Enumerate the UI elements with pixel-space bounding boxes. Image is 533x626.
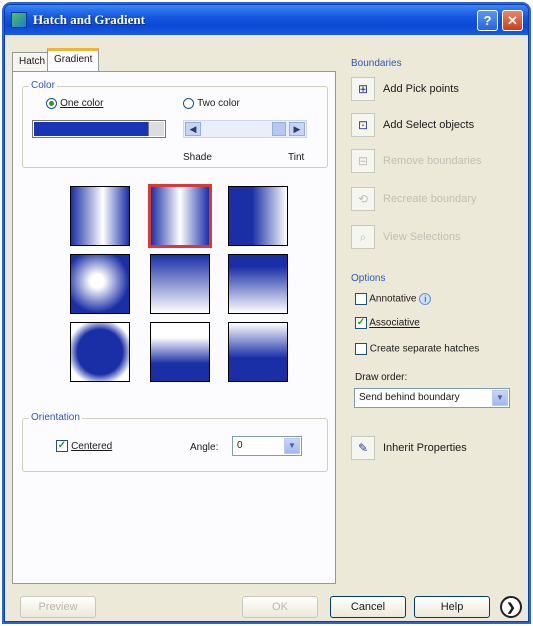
gradient-pattern-curved-v[interactable] <box>228 322 288 382</box>
gradient-pattern-half-v[interactable] <box>150 322 210 382</box>
cancel-button[interactable]: Cancel <box>330 596 406 618</box>
more-options-icon[interactable]: ❯ <box>500 596 522 618</box>
color-swatch[interactable] <box>32 120 166 138</box>
info-icon[interactable]: i <box>419 293 432 305</box>
boundaries-label: Boundaries <box>351 58 402 69</box>
color-picker-button[interactable] <box>148 122 164 136</box>
shade-label: Shade <box>183 152 212 163</box>
remove-boundaries-label: Remove boundaries <box>383 155 482 167</box>
slider-thumb[interactable] <box>272 122 286 136</box>
gradient-pattern-linear-h[interactable] <box>228 186 288 246</box>
draw-order-dropdown-icon[interactable]: ▼ <box>492 390 508 406</box>
one-color-radio[interactable] <box>46 97 57 109</box>
recreate-boundary-label: Recreate boundary <box>383 193 477 205</box>
gradient-pattern-spherical[interactable] <box>70 254 130 314</box>
remove-boundaries-button[interactable]: ⊟ Remove boundaries <box>351 147 481 175</box>
gradient-pattern-linear-v-mirror[interactable] <box>150 254 210 314</box>
draw-order-select[interactable]: Send behind boundary ▼ <box>354 388 510 408</box>
help-icon[interactable]: ? <box>477 10 498 31</box>
angle-label: Angle: <box>190 442 219 453</box>
associative-option[interactable]: ✓ Associative <box>355 317 420 329</box>
tint-label: Tint <box>288 152 305 163</box>
one-color-option[interactable]: One color <box>46 97 103 109</box>
magnifier-icon: ⌕ <box>351 225 375 249</box>
options-label: Options <box>351 273 386 284</box>
associative-label: Associative <box>369 317 420 329</box>
orientation-group-label: Orientation <box>29 412 82 423</box>
gradient-pattern-linear-h-mirror[interactable] <box>70 186 130 246</box>
annotative-checkbox[interactable] <box>355 293 367 305</box>
add-select-objects-label: Add Select objects <box>383 119 475 131</box>
inherit-properties-button[interactable]: ✎ Inherit Properties <box>351 434 467 462</box>
two-color-label: Two color <box>197 98 240 109</box>
add-pick-points-label: Add Pick points <box>383 83 459 95</box>
two-color-radio[interactable] <box>183 97 194 109</box>
one-color-label: One color <box>60 98 104 109</box>
select-objects-icon: ⊡ <box>351 113 375 137</box>
separate-hatches-option[interactable]: Create separate hatches <box>355 343 479 355</box>
gradient-pattern-linear-v[interactable] <box>228 254 288 314</box>
centered-option[interactable]: ✓ Centered <box>56 440 113 453</box>
separate-hatches-checkbox[interactable] <box>355 343 367 355</box>
draw-order-label: Draw order: <box>355 372 408 383</box>
recreate-boundary-button[interactable]: ⟲ Recreate boundary <box>351 185 477 213</box>
add-select-objects-button[interactable]: ⊡ Add Select objects <box>351 111 474 139</box>
centered-label: Centered <box>71 441 113 452</box>
angle-select[interactable]: 0 ▼ <box>232 436 302 456</box>
view-selections-button[interactable]: ⌕ View Selections <box>351 223 460 251</box>
view-selections-label: View Selections <box>383 231 461 243</box>
gradient-pattern-inv-spherical[interactable] <box>70 322 130 382</box>
ok-button[interactable]: OK <box>242 596 318 618</box>
two-color-option[interactable]: Two color <box>183 97 240 109</box>
preview-button[interactable]: Preview <box>20 596 96 618</box>
inherit-properties-label: Inherit Properties <box>383 442 467 454</box>
add-pick-points-button[interactable]: ⊞ Add Pick points <box>351 75 459 103</box>
draw-order-value: Send behind boundary <box>359 392 460 403</box>
tab-gradient[interactable]: Gradient <box>47 48 100 72</box>
separate-hatches-label: Create separate hatches <box>369 343 480 355</box>
angle-value: 0 <box>237 440 243 451</box>
app-icon <box>11 12 27 28</box>
gradient-pattern-cylinder-v[interactable] <box>148 184 212 248</box>
annotative-option[interactable]: Annotative i <box>355 293 432 305</box>
pick-points-icon: ⊞ <box>351 77 375 101</box>
title-bar[interactable]: Hatch and Gradient ? ✕ <box>5 5 528 35</box>
window-title: Hatch and Gradient <box>33 12 145 27</box>
centered-checkbox[interactable]: ✓ <box>56 440 68 453</box>
brush-icon: ✎ <box>351 436 375 460</box>
shade-tint-slider[interactable]: ◀ ▶ <box>183 120 307 138</box>
color-swatch-fill <box>34 122 148 136</box>
slider-left-arrow-icon[interactable]: ◀ <box>185 122 201 136</box>
remove-boundaries-icon: ⊟ <box>351 149 375 173</box>
help-button[interactable]: Help <box>414 596 490 618</box>
color-group-label: Color <box>29 80 57 91</box>
recreate-boundary-icon: ⟲ <box>351 187 375 211</box>
associative-checkbox[interactable]: ✓ <box>355 317 367 329</box>
angle-dropdown-icon[interactable]: ▼ <box>284 438 300 454</box>
close-icon[interactable]: ✕ <box>502 10 523 31</box>
slider-right-arrow-icon[interactable]: ▶ <box>289 122 305 136</box>
annotative-label: Annotative <box>369 293 417 305</box>
